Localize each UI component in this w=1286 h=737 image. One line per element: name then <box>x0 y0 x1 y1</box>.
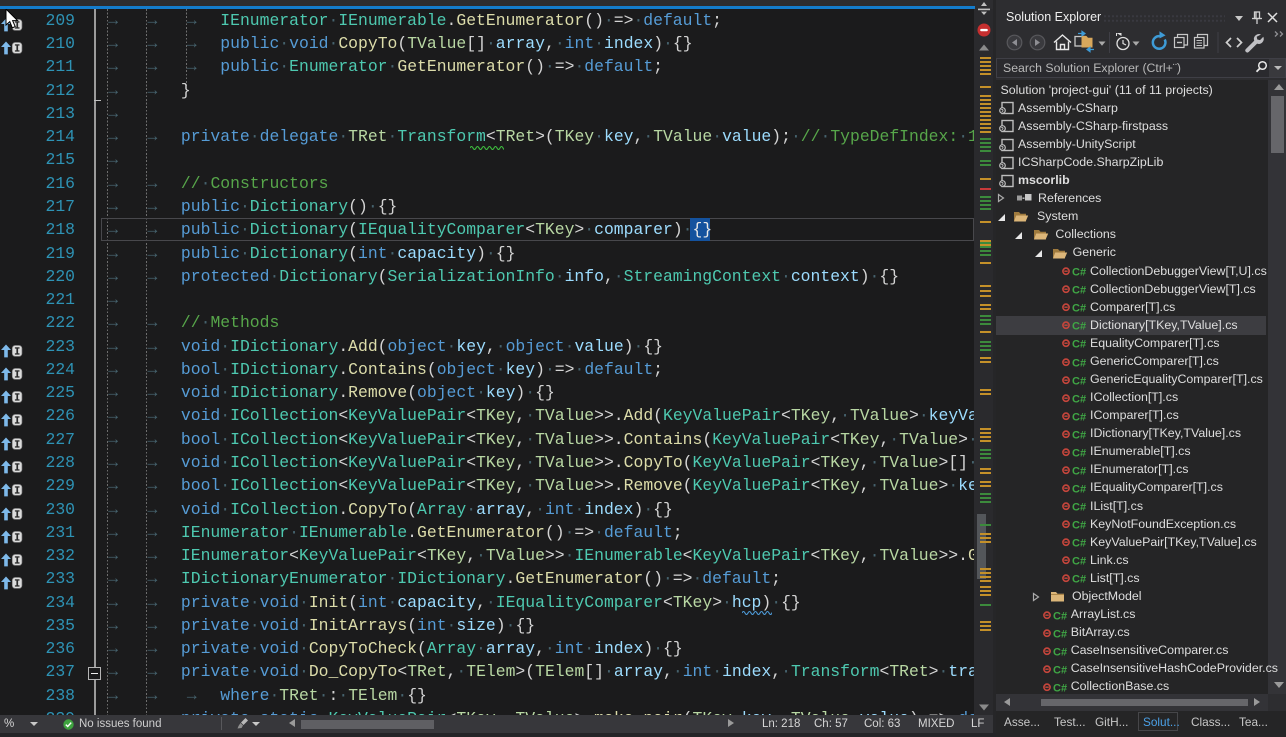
svg-text:C#: C# <box>1072 447 1086 458</box>
svg-text:C#: C# <box>1072 429 1086 440</box>
svg-text:C#: C# <box>1072 303 1086 314</box>
svg-text:C#: C# <box>1072 520 1086 531</box>
svg-text:C#: C# <box>1072 393 1086 404</box>
svg-text:C#: C# <box>1053 682 1067 693</box>
svg-text:C#: C# <box>1072 321 1086 332</box>
svg-text:C#: C# <box>1072 411 1086 422</box>
svg-text:C#: C# <box>1053 664 1067 675</box>
svg-text:C#: C# <box>1053 628 1067 639</box>
svg-text:C#: C# <box>1072 357 1086 368</box>
svg-text:C#: C# <box>1072 465 1086 476</box>
svg-text:C#: C# <box>1072 556 1086 567</box>
svg-text:C#: C# <box>1072 574 1086 585</box>
svg-text:C#: C# <box>1072 375 1086 386</box>
svg-text:C#: C# <box>1072 285 1086 296</box>
svg-text:C#: C# <box>1072 502 1086 513</box>
svg-text:C#: C# <box>1072 267 1086 278</box>
svg-text:C#: C# <box>1053 610 1067 621</box>
svg-text:C#: C# <box>1072 484 1086 495</box>
svg-text:C#: C# <box>1053 646 1067 657</box>
svg-text:C#: C# <box>1072 538 1086 549</box>
svg-text:C#: C# <box>1072 339 1086 350</box>
